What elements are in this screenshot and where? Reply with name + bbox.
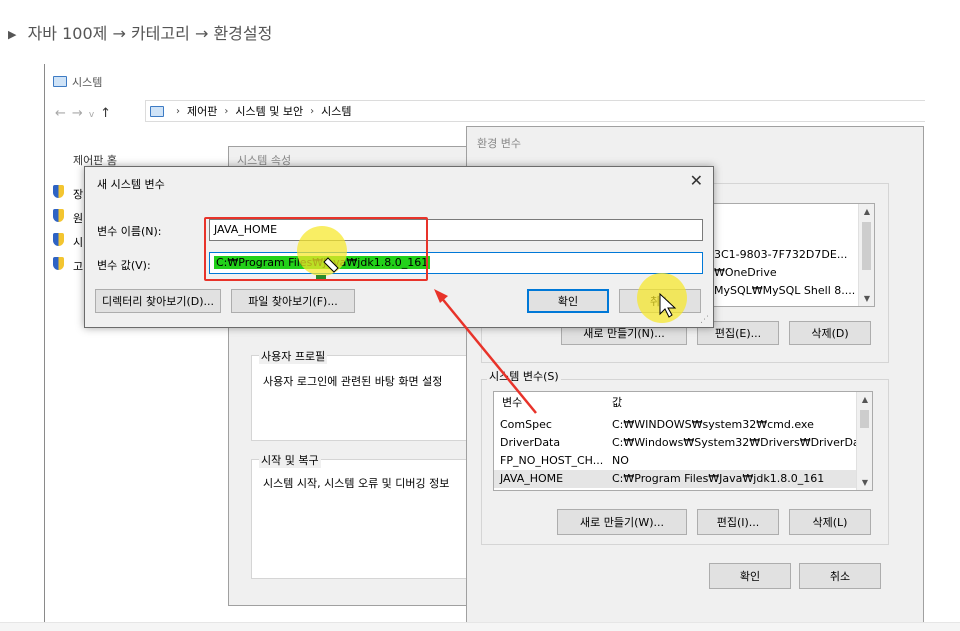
browse-directory-button[interactable]: 디렉터리 찾아보기(D)... [95,289,221,313]
system-variables-label: 시스템 변수(S) [487,368,561,384]
arrow-right-icon: → [194,24,209,43]
address-item-3[interactable]: 시스템 [321,103,351,119]
address-item-2[interactable]: 시스템 및 보안 [235,103,303,119]
var-name: FP_NO_HOST_CH... [500,454,604,467]
address-item-1[interactable]: 제어판 [187,103,217,119]
close-icon[interactable]: ✕ [690,171,703,190]
user-var-row-1[interactable]: 3C1-9803-7F732D7DE... [714,246,847,264]
system-variables-scrollbar[interactable]: ▲ ▼ [856,392,872,490]
breadcrumb-item-2: 카테고리 [130,24,190,43]
up-arrow-icon[interactable]: ↑ [100,106,117,121]
scroll-up-icon[interactable]: ▲ [859,207,874,216]
computer-icon [53,76,67,87]
env-ok-button[interactable]: 확인 [709,563,791,589]
arrow-right-icon: → [112,24,126,43]
system-variables-list[interactable]: 변수 값 ComSpec C:₩WINDOWS₩system32₩cmd.exe… [493,391,873,491]
column-header-variable[interactable]: 변수 [502,394,522,412]
side-item-2[interactable]: 원 [73,210,83,226]
user-profiles-label: 사용자 프로필 [259,348,328,364]
var-name: JAVA_HOME [500,472,564,485]
variable-value-label: 변수 값(V): [97,259,151,272]
breadcrumb-item-3: 환경설정 [213,24,273,43]
table-row-selected[interactable]: JAVA_HOME C:₩Program Files₩Java₩jdk1.8.0… [494,470,858,488]
system-edit-button[interactable]: 편집(I)... [697,509,779,535]
scroll-thumb[interactable] [862,222,871,270]
navigation-buttons: ←→v↑ [55,106,117,121]
var-name: ComSpec [500,418,552,431]
browse-file-button[interactable]: 파일 찾아보기(F)... [231,289,355,313]
side-item-4[interactable]: 고 [73,258,83,274]
table-row[interactable]: ComSpec C:₩WINDOWS₩system32₩cmd.exe [494,416,858,434]
side-item-3[interactable]: 시 [73,234,83,250]
scroll-down-icon[interactable]: ▼ [857,478,872,487]
startup-recovery-description: 시스템 시작, 시스템 오류 및 디버깅 정보 [263,477,450,490]
back-arrow-icon[interactable]: ← [55,106,72,121]
address-bar[interactable]: › 제어판 › 시스템 및 보안 › 시스템 [145,100,925,122]
system-new-button[interactable]: 새로 만들기(W)... [557,509,687,535]
shield-icon [53,185,64,198]
table-row[interactable]: FP_NO_HOST_CH... NO [494,452,858,470]
chevron-down-icon[interactable]: v [89,110,100,120]
variable-name-label: 변수 이름(N): [97,225,162,238]
system-delete-button[interactable]: 삭제(L) [789,509,871,535]
cursor-highlight [637,273,687,323]
breadcrumb: ▶ 자바 100제 → 카테고리 → 환경설정 [8,20,272,44]
chevron-right-icon: › [310,105,315,117]
user-profiles-description: 사용자 로그인에 관련된 바탕 화면 설정 [263,375,443,388]
breadcrumb-item-1: 자바 100제 [27,24,108,43]
column-header-value[interactable]: 값 [612,394,622,412]
chevron-right-icon: › [224,105,229,117]
system-window-title-text: 시스템 [72,76,103,89]
startup-recovery-label: 시작 및 복구 [259,452,321,468]
shield-icon [53,257,64,270]
scroll-up-icon[interactable]: ▲ [857,395,872,404]
scroll-down-icon[interactable]: ▼ [859,294,874,303]
var-value: C:₩Windows₩System32₩Drivers₩DriverData [612,436,871,449]
system-window-title: 시스템 [53,74,102,90]
user-profiles-group [251,355,481,441]
user-var-row-2[interactable]: ₩OneDrive [714,264,777,282]
chevron-right-icon: › [176,105,180,117]
user-delete-button[interactable]: 삭제(D) [789,321,871,345]
var-value: C:₩WINDOWS₩system32₩cmd.exe [612,418,814,431]
env-cancel-button[interactable]: 취소 [799,563,881,589]
side-item-1[interactable]: 장 [73,186,83,202]
forward-arrow-icon[interactable]: → [72,106,89,121]
table-row[interactable]: DriverData C:₩Windows₩System32₩Drivers₩D… [494,434,871,452]
dialog-ok-button[interactable]: 확인 [527,289,609,313]
var-name: DriverData [500,436,561,449]
user-variables-scrollbar[interactable]: ▲ ▼ [858,204,874,306]
shield-icon [53,209,64,222]
var-value: C:₩Program Files₩Java₩jdk1.8.0_161 [612,472,825,485]
resize-grip-icon[interactable]: ⋰ [700,315,709,325]
cursor-highlight [297,226,347,276]
play-triangle-icon: ▶ [8,28,17,41]
computer-icon [150,105,164,117]
bottom-bar [0,622,960,631]
environment-variables-title: 환경 변수 [477,137,521,150]
user-var-row-3[interactable]: MySQL₩MySQL Shell 8.... [714,282,855,300]
system-vars-header: 변수 값 [494,394,858,412]
dialog-title: 새 시스템 변수 [97,178,165,191]
shield-icon [53,233,64,246]
scroll-thumb[interactable] [860,410,869,428]
var-value: NO [612,454,629,467]
